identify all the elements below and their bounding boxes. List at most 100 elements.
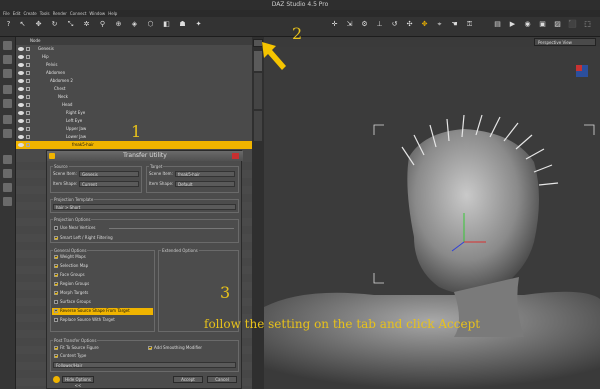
scene-row[interactable]: Abdomen 2 [16,77,252,85]
eye-icon[interactable] [18,71,24,75]
universal-tool-icon[interactable]: ✛ [330,20,339,29]
menu-item-connect[interactable]: Connect [70,10,87,17]
view-icon[interactable]: ▣ [538,20,547,29]
redo-icon[interactable] [3,129,12,138]
general-option-checkbox[interactable] [54,255,58,259]
menu-item-create[interactable]: Create [23,10,36,17]
eye-icon[interactable] [18,127,24,131]
select-toggle-icon[interactable] [26,71,30,75]
help-button-icon[interactable] [53,376,60,383]
figure-icon[interactable]: ☗ [178,20,187,29]
scene-row[interactable]: Head [16,101,252,109]
content-type-select[interactable]: Follower/Hair [53,362,236,368]
accept-button[interactable]: Accept [173,376,203,383]
open-file-icon[interactable] [3,55,12,64]
surface-icon[interactable]: ◧ [162,20,171,29]
menu-item-window[interactable]: Window [89,10,105,17]
image-icon[interactable]: ▨ [553,20,562,29]
menu-item-render[interactable]: Render [53,10,67,17]
scene-row[interactable]: freak5-hair [16,141,252,149]
eye-icon[interactable] [18,55,24,59]
light-tool-icon[interactable] [3,183,12,192]
near-vertices-slider[interactable] [109,228,234,229]
select-toggle-icon[interactable] [26,87,30,91]
scene-row[interactable]: Genesis [16,45,252,53]
general-option-checkbox[interactable] [54,318,58,322]
save-icon[interactable] [3,85,12,94]
move-icon[interactable]: ✥ [34,20,43,29]
merge-icon[interactable] [3,69,12,78]
pointer-icon[interactable]: ↖ [18,20,27,29]
tab-parameters[interactable] [254,73,262,109]
eye-icon[interactable] [18,143,24,147]
select-toggle-icon[interactable] [26,111,30,115]
figure-tool-icon[interactable] [3,155,12,164]
near-vertices-checkbox[interactable] [54,226,58,230]
spot-icon[interactable]: ✦ [194,20,203,29]
content-type-checkbox[interactable] [54,354,58,358]
scene-row[interactable]: Right Eye [16,109,252,117]
source-scene-item-select[interactable]: Genesis [79,171,139,177]
fit-to-checkbox[interactable] [54,346,58,350]
undo-icon[interactable] [3,115,12,124]
eye-icon[interactable] [18,103,24,107]
wire-icon[interactable]: ⬚ [583,20,592,29]
eye-icon[interactable] [18,95,24,99]
eye-icon[interactable] [18,119,24,123]
select-toggle-icon[interactable] [26,95,30,99]
source-item-shape-select[interactable]: Current [79,181,139,187]
scale-icon[interactable]: ⤡ [66,20,75,29]
rotate-icon[interactable]: ↻ [50,20,59,29]
scene-row[interactable]: Chest [16,85,252,93]
select-toggle-icon[interactable] [26,143,30,147]
lock-icon[interactable]: ⚿ [465,20,474,29]
region-icon[interactable]: ◈ [130,20,139,29]
cube-icon[interactable]: ⬛ [568,20,577,29]
select-toggle-icon[interactable] [26,79,30,83]
camera-tool-icon[interactable] [3,197,12,206]
geometry-icon[interactable]: ⬡ [146,20,155,29]
target-item-shape-select[interactable]: Default [175,181,235,187]
general-option-checkbox[interactable] [54,264,58,268]
smoothing-checkbox[interactable] [148,346,152,350]
general-option-checkbox[interactable] [54,300,58,304]
bone-icon[interactable]: ⚲ [98,20,107,29]
close-icon[interactable] [232,153,239,159]
select-toggle-icon[interactable] [26,55,30,59]
new-file-icon[interactable] [3,41,12,50]
general-option-checkbox[interactable] [54,309,58,313]
help-icon[interactable]: ? [4,20,13,29]
general-option-checkbox[interactable] [54,291,58,295]
joint-icon[interactable]: ✲ [82,20,91,29]
twist-icon[interactable]: ↺ [390,20,399,29]
target-scene-item-select[interactable]: freak5-hair [175,171,235,177]
menu-item-file[interactable]: File [3,10,10,17]
hand-icon[interactable]: ☚ [450,20,459,29]
viewport[interactable] [264,37,600,389]
select-toggle-icon[interactable] [26,103,30,107]
scene-row[interactable]: Hip [16,53,252,61]
camera-icon[interactable]: ◉ [523,20,532,29]
scene-row[interactable]: Pelvis [16,61,252,69]
menu-item-tools[interactable]: Tools [40,10,50,17]
prop-tool-icon[interactable] [3,169,12,178]
target-icon[interactable]: ⌖ [435,20,444,29]
scene-row[interactable]: Abdomen [16,69,252,77]
tab-surfaces[interactable] [254,111,262,141]
general-option-checkbox[interactable] [54,273,58,277]
active-tool-icon[interactable]: ✥ [420,20,429,29]
render-settings-icon[interactable]: ▤ [493,20,502,29]
tool-icon[interactable]: ⚙ [360,20,369,29]
select-toggle-icon[interactable] [26,119,30,123]
eye-icon[interactable] [18,79,24,83]
scene-row[interactable]: Neck [16,93,252,101]
smart-filtering-checkbox[interactable] [54,236,58,240]
cancel-button[interactable]: Cancel [207,376,237,383]
general-option-checkbox[interactable] [54,282,58,286]
eye-icon[interactable] [18,87,24,91]
eye-icon[interactable] [18,135,24,139]
render-icon[interactable]: ▶ [508,20,517,29]
select-toggle-icon[interactable] [26,135,30,139]
select-toggle-icon[interactable] [26,127,30,131]
menu-item-help[interactable]: Help [108,10,117,17]
